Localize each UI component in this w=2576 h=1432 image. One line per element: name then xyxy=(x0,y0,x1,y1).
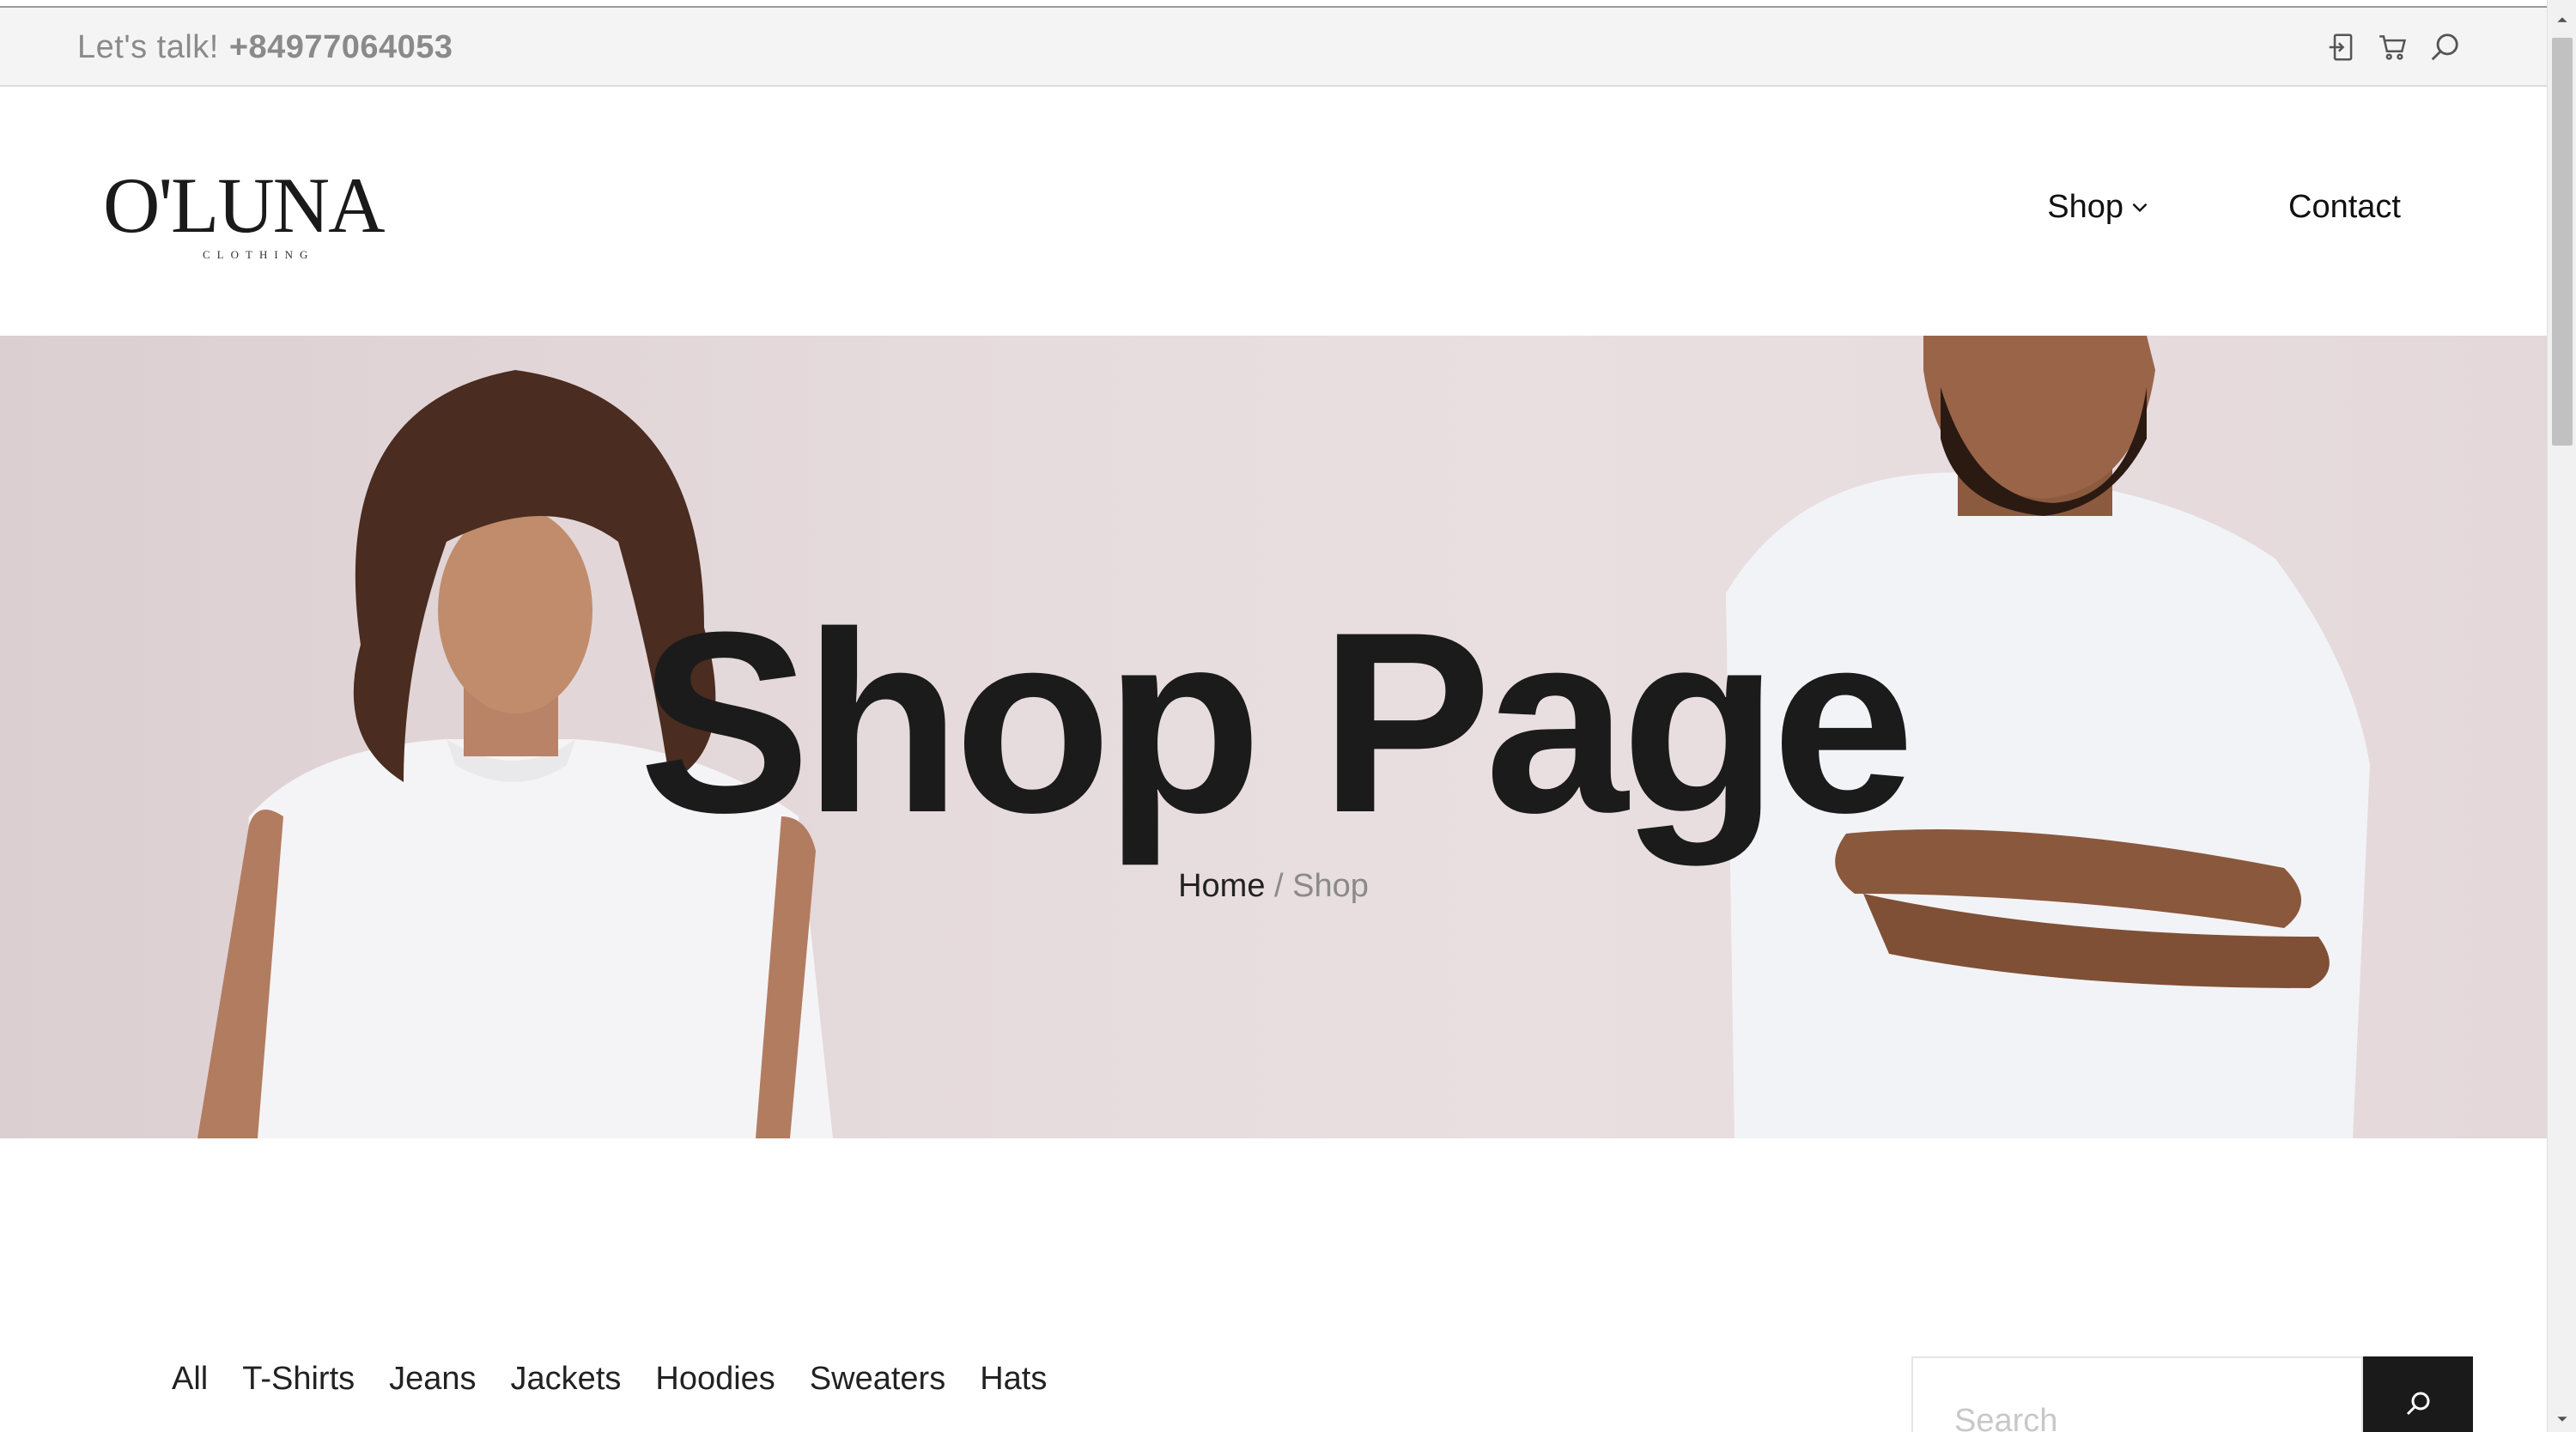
scrollbar[interactable] xyxy=(2547,0,2576,1432)
topbar: Let's talk! +84977064053 xyxy=(0,8,2547,87)
hero-banner: Shop Page Home / Shop xyxy=(0,336,2547,1138)
filter-tshirts[interactable]: T-Shirts xyxy=(242,1361,355,1398)
logo-wordmark: O'LUNA xyxy=(103,161,386,249)
search-input[interactable] xyxy=(1913,1358,2361,1432)
page: Let's talk! +84977064053 O'LUNA CLOTHING… xyxy=(0,0,2576,1432)
nav-contact[interactable]: Contact xyxy=(2288,189,2401,226)
filter-hoodies[interactable]: Hoodies xyxy=(655,1361,775,1398)
filter-all[interactable]: All xyxy=(172,1361,208,1398)
cart-icon[interactable] xyxy=(2377,31,2409,64)
page-title: Shop Page xyxy=(638,578,1915,866)
search-icon xyxy=(2403,1388,2433,1419)
category-filters: All T-Shirts Jeans Jackets Hoodies Sweat… xyxy=(172,1361,1047,1398)
window-top-edge xyxy=(0,0,2547,8)
breadcrumb-separator: / xyxy=(1274,868,1284,904)
nav-shop[interactable]: Shop xyxy=(2047,189,2151,226)
filter-hats[interactable]: Hats xyxy=(980,1361,1047,1398)
filter-sweaters[interactable]: Sweaters xyxy=(810,1361,945,1398)
search-box xyxy=(1911,1356,2363,1432)
site-header: O'LUNA CLOTHING Shop Contact xyxy=(0,87,2547,336)
topbar-icons xyxy=(2325,8,2461,87)
contact-phone: Let's talk! +84977064053 xyxy=(77,8,453,87)
main-nav: Shop Contact xyxy=(2047,173,2401,241)
search-icon[interactable] xyxy=(2428,31,2461,64)
talk-label: Let's talk! xyxy=(77,28,219,65)
login-icon[interactable] xyxy=(2325,31,2358,64)
breadcrumb: Home / Shop xyxy=(0,868,2547,905)
filter-jeans[interactable]: Jeans xyxy=(389,1361,476,1398)
breadcrumb-home[interactable]: Home xyxy=(1178,868,1265,904)
phone-number[interactable]: +84977064053 xyxy=(229,29,453,66)
scroll-down-arrow-icon[interactable] xyxy=(2548,1406,2576,1432)
filter-jackets[interactable]: Jackets xyxy=(511,1361,622,1398)
chevron-down-icon xyxy=(2129,196,2151,218)
search-button[interactable] xyxy=(2363,1356,2473,1432)
scrollbar-thumb[interactable] xyxy=(2552,38,2573,446)
logo-subtitle: CLOTHING xyxy=(203,248,315,261)
scroll-up-arrow-icon[interactable] xyxy=(2548,7,2576,33)
breadcrumb-current: Shop xyxy=(1292,868,1369,904)
nav-contact-label: Contact xyxy=(2288,188,2401,225)
logo[interactable]: O'LUNA CLOTHING xyxy=(103,166,412,269)
nav-shop-label: Shop xyxy=(2047,188,2124,225)
